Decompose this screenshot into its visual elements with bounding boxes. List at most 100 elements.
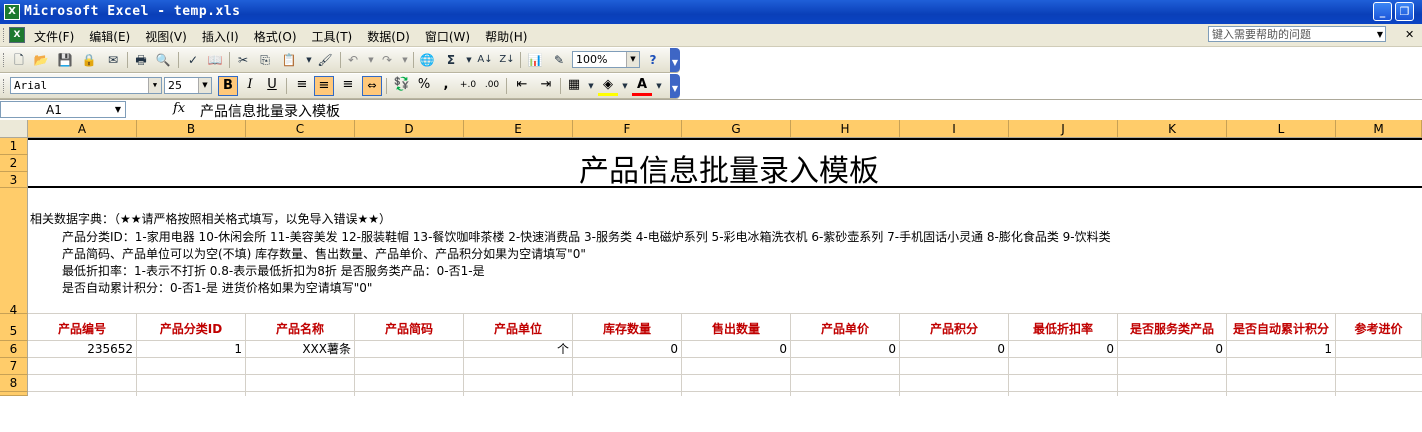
close-workbook-icon[interactable]: ✕ [1405,28,1414,41]
table-cell[interactable]: 0 [791,341,900,358]
font-name-select[interactable]: Arial ▼ [10,77,162,94]
column-header-i[interactable]: I [900,120,1009,138]
chevron-down-icon[interactable]: ▼ [198,78,211,93]
help-question-input[interactable]: 键入需要帮助的问题 ▼ [1208,26,1386,42]
row-header-7[interactable]: 7 [0,358,28,375]
table-cell[interactable]: 1 [137,341,246,358]
table-cell[interactable]: 0 [573,341,682,358]
header-cell[interactable]: 库存数量 [573,314,682,340]
select-all-corner[interactable] [0,120,28,138]
row-header-4[interactable]: 4 [0,188,28,317]
table-cell[interactable]: 0 [682,341,791,358]
menu-tools[interactable]: 工具(T) [310,27,355,46]
toolbar-options-icon[interactable]: ▼ [670,48,680,72]
name-box[interactable]: A1 ▼ [0,101,126,118]
column-header-a[interactable]: A [28,120,137,138]
align-left-icon[interactable]: ≡ [292,76,312,96]
formula-input[interactable]: 产品信息批量录入模板 [200,101,340,121]
header-cell[interactable]: 产品单价 [791,314,900,340]
font-color-icon[interactable]: A [632,76,652,96]
column-header-c[interactable]: C [246,120,355,138]
save-icon[interactable]: 💾 [56,51,74,69]
redo-icon[interactable]: ↷ [378,51,396,69]
table-cell[interactable]: XXX薯条 [246,341,355,358]
row-header-2[interactable]: 2 [0,155,28,172]
italic-button[interactable]: I [240,76,260,96]
grip-handle[interactable] [3,53,7,67]
hyperlink-icon[interactable]: 🌐 [418,51,436,69]
open-icon[interactable]: 📂 [32,51,50,69]
underline-button[interactable]: U [262,76,282,96]
column-header-e[interactable]: E [464,120,573,138]
column-header-g[interactable]: G [682,120,791,138]
print-preview-icon[interactable]: 🔍 [154,51,172,69]
chevron-down-icon[interactable]: ▼ [396,51,414,69]
column-header-j[interactable]: J [1009,120,1118,138]
table-cell[interactable] [355,341,464,358]
undo-icon[interactable]: ↶ [344,51,362,69]
menu-help[interactable]: 帮助(H) [483,27,529,46]
decrease-indent-icon[interactable]: ⇤ [512,76,532,96]
chart-wizard-icon[interactable]: 📊 [526,51,544,69]
new-icon[interactable]: 🗋 [10,51,28,69]
header-cell[interactable]: 产品简码 [355,314,464,340]
column-header-d[interactable]: D [355,120,464,138]
header-cell[interactable]: 售出数量 [682,314,791,340]
align-right-icon[interactable]: ≡ [338,76,358,96]
row-header-6[interactable]: 6 [0,341,28,358]
menu-data[interactable]: 数据(D) [365,27,412,46]
row-header-1[interactable]: 1 [0,138,28,155]
email-icon[interactable]: ✉ [104,51,122,69]
permission-icon[interactable]: 🔒 [80,51,98,69]
header-cell[interactable]: 产品编号 [28,314,137,340]
table-cell[interactable]: 235652 [28,341,137,358]
font-size-select[interactable]: 25 ▼ [164,77,212,94]
column-header-b[interactable]: B [137,120,246,138]
chevron-down-icon[interactable]: ▼ [1377,27,1383,43]
increase-indent-icon[interactable]: ⇥ [536,76,556,96]
minimize-button[interactable]: _ [1373,2,1392,21]
chevron-down-icon[interactable]: ▼ [115,102,121,118]
sort-descending-icon[interactable]: Z↓ [498,51,516,69]
decrease-decimal-icon[interactable]: .00 [482,76,502,96]
percent-button[interactable]: % [414,76,434,96]
row-header-8[interactable]: 8 [0,375,28,392]
grip-handle[interactable] [3,28,7,42]
table-cell[interactable]: 0 [1009,341,1118,358]
copy-icon[interactable]: ⎘ [256,51,274,69]
column-header-l[interactable]: L [1227,120,1336,138]
worksheet-grid[interactable]: A B C D E F G H I J K L M 1 2 3 4 5 6 7 … [0,120,1422,396]
header-cell[interactable]: 产品积分 [900,314,1009,340]
bold-button[interactable]: B [218,76,238,96]
data-dictionary-cell[interactable]: 相关数据字典：（★★请严格按照相关格式填写，以免导入错误★★） 产品分类ID：1… [28,190,1422,312]
borders-icon[interactable]: ▦ [564,76,584,96]
header-cell[interactable]: 参考进价 [1336,314,1422,340]
print-icon[interactable]: 🖶 [132,51,150,69]
zoom-select[interactable]: 100% ▼ [572,51,640,68]
menu-file[interactable]: 文件(F) [32,27,76,46]
header-cell[interactable]: 产品分类ID [137,314,246,340]
restore-button[interactable]: ❐ [1395,2,1414,21]
currency-icon[interactable]: 💱 [392,76,412,96]
header-cell[interactable]: 最低折扣率 [1009,314,1118,340]
chevron-down-icon[interactable]: ▼ [650,77,668,95]
table-cell[interactable] [1336,341,1422,358]
chevron-down-icon[interactable]: ▼ [626,52,639,67]
research-icon[interactable]: 📖 [206,51,224,69]
column-header-m[interactable]: M [1336,120,1422,138]
autosum-icon[interactable]: Σ [442,51,460,69]
chevron-down-icon[interactable]: ▼ [148,78,161,93]
paste-icon[interactable]: 📋 [280,51,298,69]
table-cell[interactable]: 0 [1118,341,1227,358]
header-cell[interactable]: 产品名称 [246,314,355,340]
menu-format[interactable]: 格式(O) [252,27,299,46]
header-cell[interactable]: 是否自动累计积分 [1227,314,1336,340]
table-cell[interactable]: 0 [900,341,1009,358]
spelling-icon[interactable]: ✓ [184,51,202,69]
grip-handle[interactable] [3,79,7,93]
menu-window[interactable]: 窗口(W) [423,27,472,46]
table-cell[interactable]: 个 [464,341,573,358]
column-header-h[interactable]: H [791,120,900,138]
table-cell[interactable]: 1 [1227,341,1336,358]
column-header-k[interactable]: K [1118,120,1227,138]
